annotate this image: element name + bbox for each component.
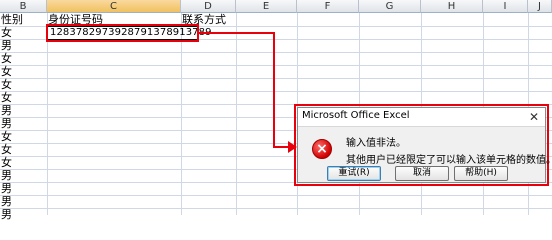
annotation-line: [199, 32, 275, 34]
column-header-b[interactable]: B: [0, 0, 47, 13]
highlight-box: [46, 24, 199, 42]
grid-line: [181, 13, 182, 215]
column-header-e[interactable]: E: [236, 0, 297, 13]
cell-gender[interactable]: 女: [0, 78, 48, 91]
cell-gender-header[interactable]: 性别: [0, 13, 48, 26]
cell-gender[interactable]: 男: [0, 208, 48, 221]
cell-gender[interactable]: 女: [0, 52, 48, 65]
retry-button[interactable]: 重试(R): [327, 166, 381, 181]
column-header-g[interactable]: G: [359, 0, 421, 13]
grid-line: [0, 208, 552, 209]
column-header-f[interactable]: F: [297, 0, 359, 13]
cell-gender[interactable]: 男: [0, 169, 48, 182]
spreadsheet: B C D E F G H I J 性别 身份证号码 联系方式 女 男 女 女 …: [0, 0, 552, 221]
cell-gender[interactable]: 女: [0, 130, 48, 143]
grid-line: [0, 91, 552, 92]
dialog-message-title: 输入值非法。: [346, 138, 406, 149]
grid-line: [0, 78, 552, 79]
help-button[interactable]: 帮助(H): [454, 166, 508, 181]
cell-gender[interactable]: 男: [0, 39, 48, 52]
grid-line: [0, 52, 552, 53]
cell-gender[interactable]: 女: [0, 26, 48, 39]
grid-line: [0, 195, 552, 196]
cell-gender[interactable]: 男: [0, 104, 48, 117]
close-icon[interactable]: ✕: [529, 108, 539, 126]
grid-line: [0, 65, 552, 66]
error-icon: ×: [312, 139, 332, 159]
cell-gender[interactable]: 男: [0, 117, 48, 130]
cell-gender[interactable]: 男: [0, 182, 48, 195]
column-header-i[interactable]: I: [483, 0, 528, 13]
dialog-title: Microsoft Office Excel: [302, 110, 410, 121]
cell-gender[interactable]: 女: [0, 65, 48, 78]
column-header-d[interactable]: D: [181, 0, 236, 13]
dialog-titlebar[interactable]: Microsoft Office Excel ✕: [298, 108, 545, 127]
cancel-button[interactable]: 取消: [395, 166, 449, 181]
cell-gender[interactable]: 女: [0, 143, 48, 156]
annotation-line: [273, 32, 275, 148]
dialog-message-body: 其他用户已经限定了可以输入该单元格的数值。: [346, 155, 552, 166]
error-dialog: Microsoft Office Excel ✕ × 输入值非法。 其他用户已经…: [297, 107, 552, 183]
grid-line: [236, 13, 237, 215]
column-header-j[interactable]: J: [528, 0, 552, 13]
column-header-h[interactable]: H: [421, 0, 483, 13]
annotation-line: [273, 146, 289, 148]
column-header-c[interactable]: C: [47, 0, 181, 13]
cell-gender[interactable]: 女: [0, 91, 48, 104]
cell-gender[interactable]: 男: [0, 195, 48, 208]
cell-gender[interactable]: 女: [0, 156, 48, 169]
